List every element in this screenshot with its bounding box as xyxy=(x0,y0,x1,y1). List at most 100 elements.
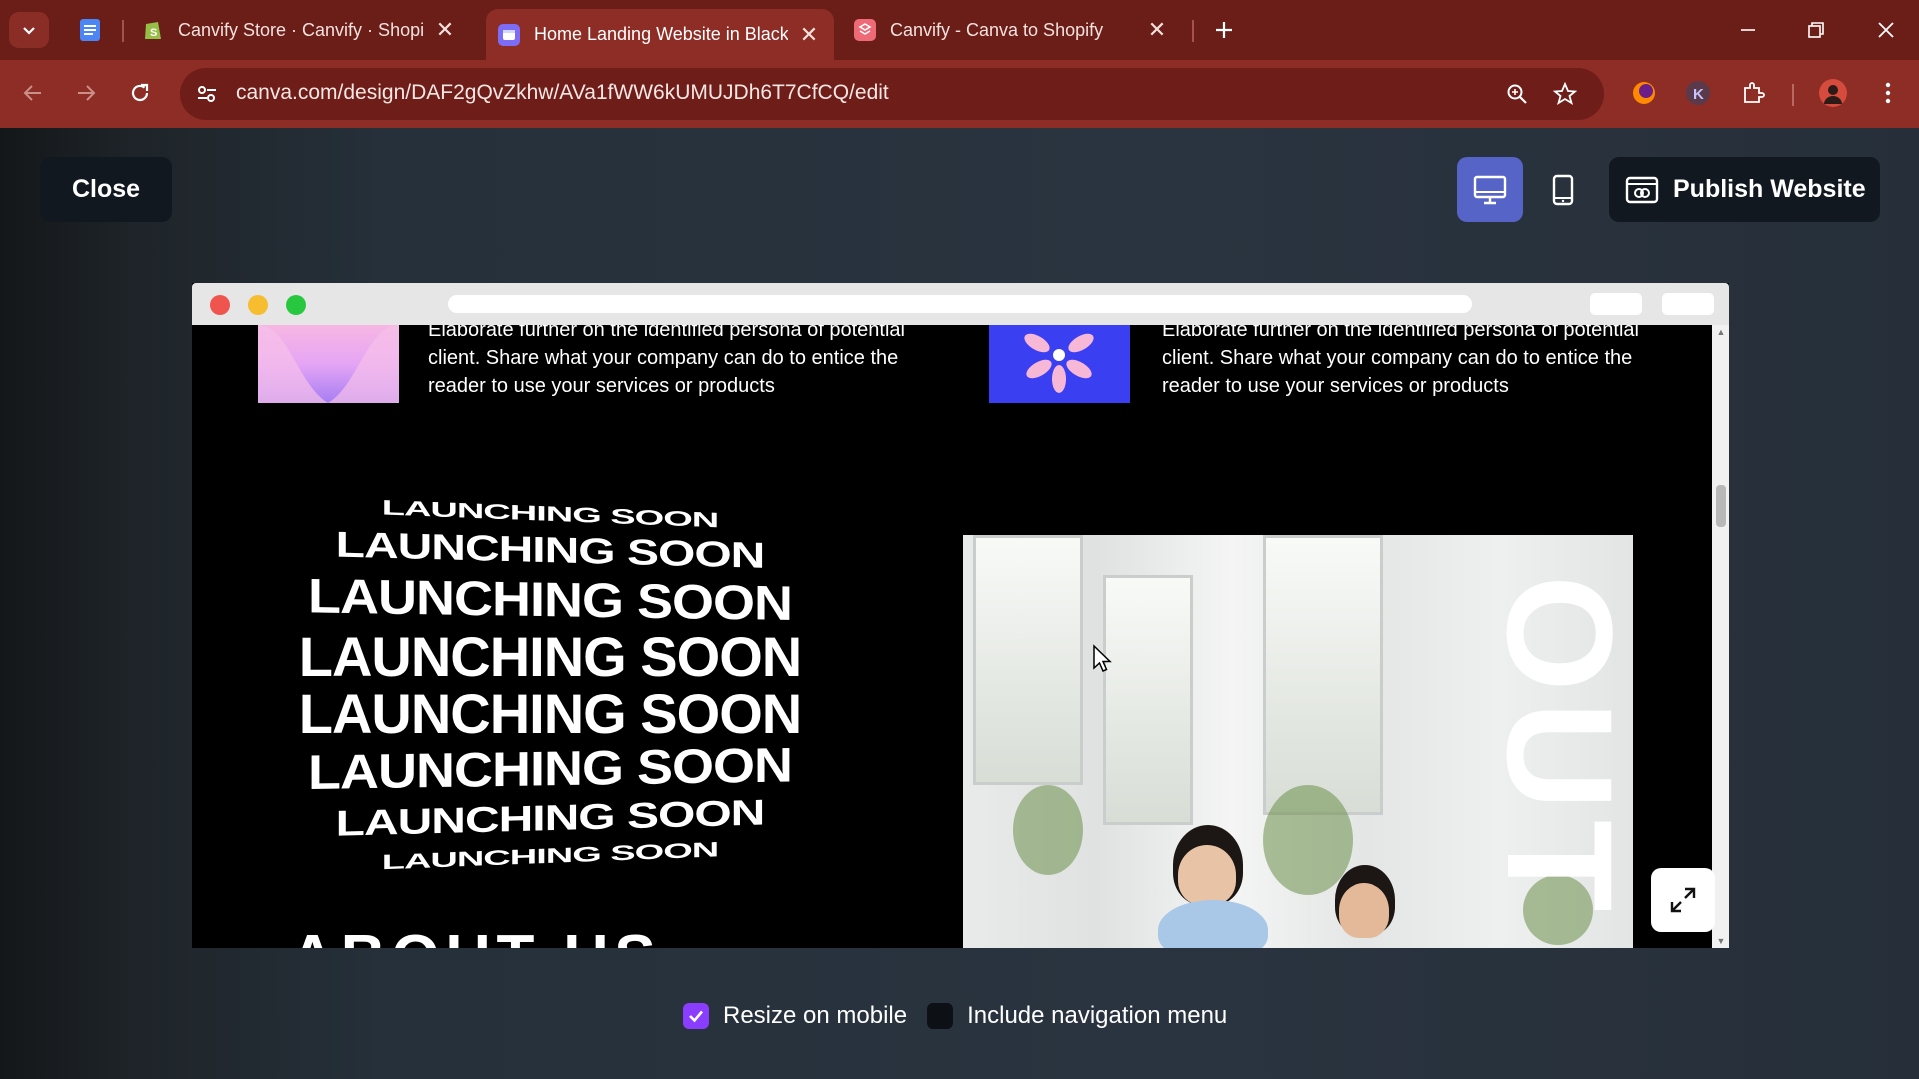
tab-canvify-store[interactable]: S Canvify Store · Canvify · Shopify ✕ xyxy=(130,9,470,51)
reload-button[interactable] xyxy=(120,73,160,113)
publish-label: Publish Website xyxy=(1673,175,1866,203)
docs-icon xyxy=(80,19,100,41)
mock-pill xyxy=(1662,293,1714,315)
about-us-heading: ABOUT US xyxy=(290,922,662,948)
arrow-left-icon xyxy=(23,85,41,101)
mock-pill xyxy=(1590,293,1642,315)
toolbar-separator xyxy=(1792,84,1794,106)
website-content[interactable]: Elaborate further on the identified pers… xyxy=(192,325,1712,948)
photo-plant xyxy=(1013,785,1083,875)
svg-text:K: K xyxy=(1693,86,1704,103)
desktop-view-button[interactable] xyxy=(1457,157,1523,222)
scroll-up-icon[interactable]: ▲ xyxy=(1716,327,1726,337)
minimize-button[interactable] xyxy=(1718,8,1778,52)
tab-separator xyxy=(122,20,124,42)
reload-icon xyxy=(131,83,149,102)
browser-tab-strip: S Canvify Store · Canvify · Shopify ✕ Ho… xyxy=(0,0,1919,60)
tab-title: Canvify Store · Canvify · Shopify xyxy=(178,19,424,40)
card-image-gradient xyxy=(258,325,399,403)
launch-line: LAUNCHING SOON xyxy=(308,569,792,631)
person-shirt xyxy=(1158,900,1268,948)
person-face xyxy=(1178,845,1236,905)
canva-icon xyxy=(498,23,520,46)
chevron-down-icon xyxy=(23,27,35,35)
url-text: canva.com/design/DAF2gQvZkhw/AVa1fWW6kUM… xyxy=(236,81,889,104)
pinned-tab-docs[interactable] xyxy=(70,12,110,48)
browser-toolbar: canva.com/design/DAF2gQvZkhw/AVa1fWW6kUM… xyxy=(0,60,1919,128)
launch-line: LAUNCHING SOON xyxy=(308,738,792,800)
tab-separator xyxy=(1192,20,1194,42)
mobile-icon xyxy=(1552,174,1574,205)
card-image-flower xyxy=(989,325,1130,403)
close-tab-icon[interactable]: ✕ xyxy=(432,17,458,43)
photo-plant xyxy=(1263,785,1353,895)
mock-close-dot xyxy=(210,295,230,315)
restore-icon xyxy=(1808,22,1824,38)
extension-firefox-like-icon[interactable] xyxy=(1624,73,1664,113)
person-face xyxy=(1339,883,1389,938)
mock-maximize-dot xyxy=(286,295,306,315)
website-preview-stage: Close Publish Website Elaborate further … xyxy=(0,128,1919,1079)
browser-menu-icon[interactable] xyxy=(1868,73,1908,113)
mock-url-bar xyxy=(448,295,1472,313)
publish-icon xyxy=(1625,176,1659,203)
publish-options: Resize on mobile Include navigation menu xyxy=(683,998,1247,1034)
close-tab-icon[interactable]: ✕ xyxy=(1144,17,1170,43)
expand-icon xyxy=(1670,887,1696,913)
publish-website-button[interactable]: Publish Website xyxy=(1609,157,1880,222)
close-window-button[interactable] xyxy=(1856,8,1916,52)
tab-canvify[interactable]: Canvify - Canva to Shopify ✕ xyxy=(842,9,1182,51)
profile-avatar[interactable] xyxy=(1813,73,1853,113)
new-tab-button[interactable] xyxy=(1206,12,1242,48)
resize-on-mobile-checkbox[interactable] xyxy=(683,1003,709,1029)
extension-k-icon[interactable]: K xyxy=(1678,73,1718,113)
site-info-icon[interactable] xyxy=(194,81,220,107)
arrow-right-icon xyxy=(78,85,96,101)
mobile-view-button[interactable] xyxy=(1530,157,1596,222)
include-navigation-option[interactable]: Include navigation menu xyxy=(927,1002,1227,1030)
minimize-icon xyxy=(1741,29,1755,31)
close-button[interactable]: Close xyxy=(40,157,172,222)
preview-scrollbar[interactable]: ▲ ▼ xyxy=(1712,325,1729,948)
card-text: Elaborate further on the identified pers… xyxy=(428,325,905,397)
tab-home-landing[interactable]: Home Landing Website in Black ✕ xyxy=(486,9,834,60)
close-tab-icon[interactable]: ✕ xyxy=(796,22,822,48)
photo-overlay-text: OUT xyxy=(1476,575,1633,922)
mouse-cursor-icon xyxy=(1093,644,1112,672)
launch-line: LAUNCHING SOON xyxy=(298,682,802,745)
team-photo: OUT xyxy=(963,535,1633,948)
launching-soon-graphic: LAUNCHING SOON LAUNCHING SOON LAUNCHING … xyxy=(270,493,830,913)
svg-text:S: S xyxy=(150,27,157,39)
desktop-icon xyxy=(1473,175,1507,204)
mock-minimize-dot xyxy=(248,295,268,315)
card-text: Elaborate further on the identified pers… xyxy=(1162,325,1639,397)
tab-title: Canvify - Canva to Shopify xyxy=(890,19,1104,40)
checkmark-icon xyxy=(689,1010,703,1023)
launch-line: LAUNCHING SOON xyxy=(298,625,802,688)
back-button[interactable] xyxy=(13,73,53,113)
resize-on-mobile-label: Resize on mobile xyxy=(723,1002,908,1029)
scroll-down-icon[interactable]: ▼ xyxy=(1716,936,1726,946)
address-bar[interactable]: canva.com/design/DAF2gQvZkhw/AVa1fWW6kUM… xyxy=(180,68,1604,120)
fullscreen-button[interactable] xyxy=(1651,868,1715,932)
zoom-icon[interactable] xyxy=(1502,79,1532,109)
resize-on-mobile-option[interactable]: Resize on mobile xyxy=(683,1002,907,1030)
restore-button[interactable] xyxy=(1786,8,1846,52)
photo-window xyxy=(1103,575,1193,825)
include-navigation-checkbox[interactable] xyxy=(927,1003,954,1029)
canvify-icon xyxy=(854,19,876,41)
scroll-thumb[interactable] xyxy=(1716,485,1726,527)
tab-search-button[interactable] xyxy=(9,12,49,48)
include-navigation-label: Include navigation menu xyxy=(967,1002,1228,1029)
site-preview-window: Elaborate further on the identified pers… xyxy=(192,283,1729,948)
extensions-puzzle-icon[interactable] xyxy=(1733,73,1773,113)
shopify-icon: S xyxy=(142,19,164,41)
close-icon xyxy=(1878,22,1894,38)
photo-window xyxy=(1263,535,1383,815)
bookmark-star-icon[interactable] xyxy=(1550,79,1580,109)
forward-button[interactable] xyxy=(66,73,106,113)
plus-icon xyxy=(1216,22,1232,38)
photo-window xyxy=(973,535,1083,785)
tab-title: Home Landing Website in Black xyxy=(534,24,788,44)
mock-browser-bar xyxy=(192,283,1729,325)
